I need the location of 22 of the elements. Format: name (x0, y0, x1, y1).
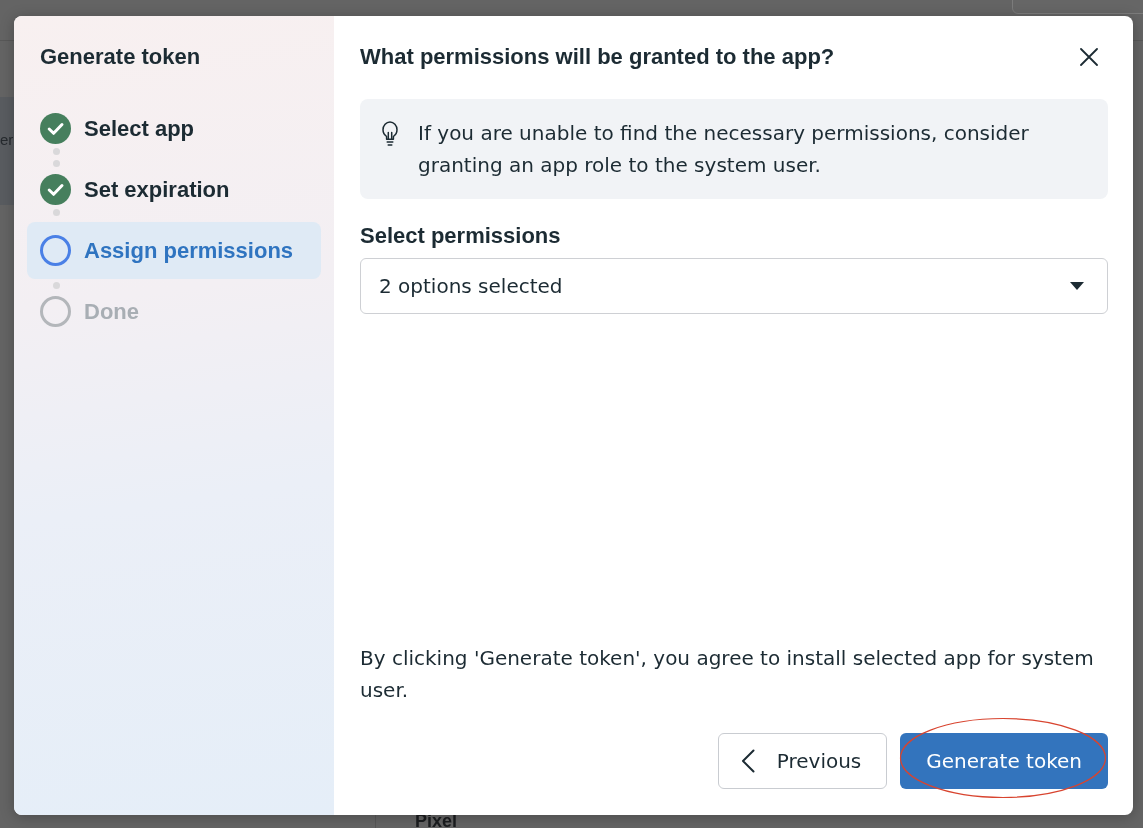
dialog-title: What permissions will be granted to the app? (360, 43, 835, 71)
generate-token-button[interactable]: Generate token (900, 733, 1108, 789)
chevron-left-icon (740, 749, 755, 773)
permissions-dropdown[interactable]: 2 options selected (360, 258, 1108, 314)
step-item[interactable]: Select app (27, 100, 321, 157)
field-label: Select permissions (360, 222, 562, 250)
step-item[interactable]: Set expiration (27, 161, 321, 218)
previous-button[interactable]: Previous (717, 733, 888, 789)
sidebar-title: Generate token (39, 43, 202, 71)
dotted-connector (53, 281, 60, 289)
consent-text: By clicking 'Generate token', you agree to install selected app for system user. (360, 645, 1095, 704)
dotted-connector (53, 208, 60, 216)
lightbulb-icon (382, 121, 398, 146)
circle-icon (40, 235, 71, 266)
close-icon (1080, 48, 1098, 66)
check-circle-icon (40, 113, 71, 144)
caret-down-icon (1070, 282, 1084, 290)
step-item[interactable]: Assign permissions (27, 222, 321, 279)
circle-icon (40, 296, 71, 327)
check-circle-icon (40, 174, 71, 205)
dotted-connector (53, 147, 60, 167)
info-text: If you are unable to find the necessary permissions, consider granting an app role to the system user. (418, 120, 1030, 179)
